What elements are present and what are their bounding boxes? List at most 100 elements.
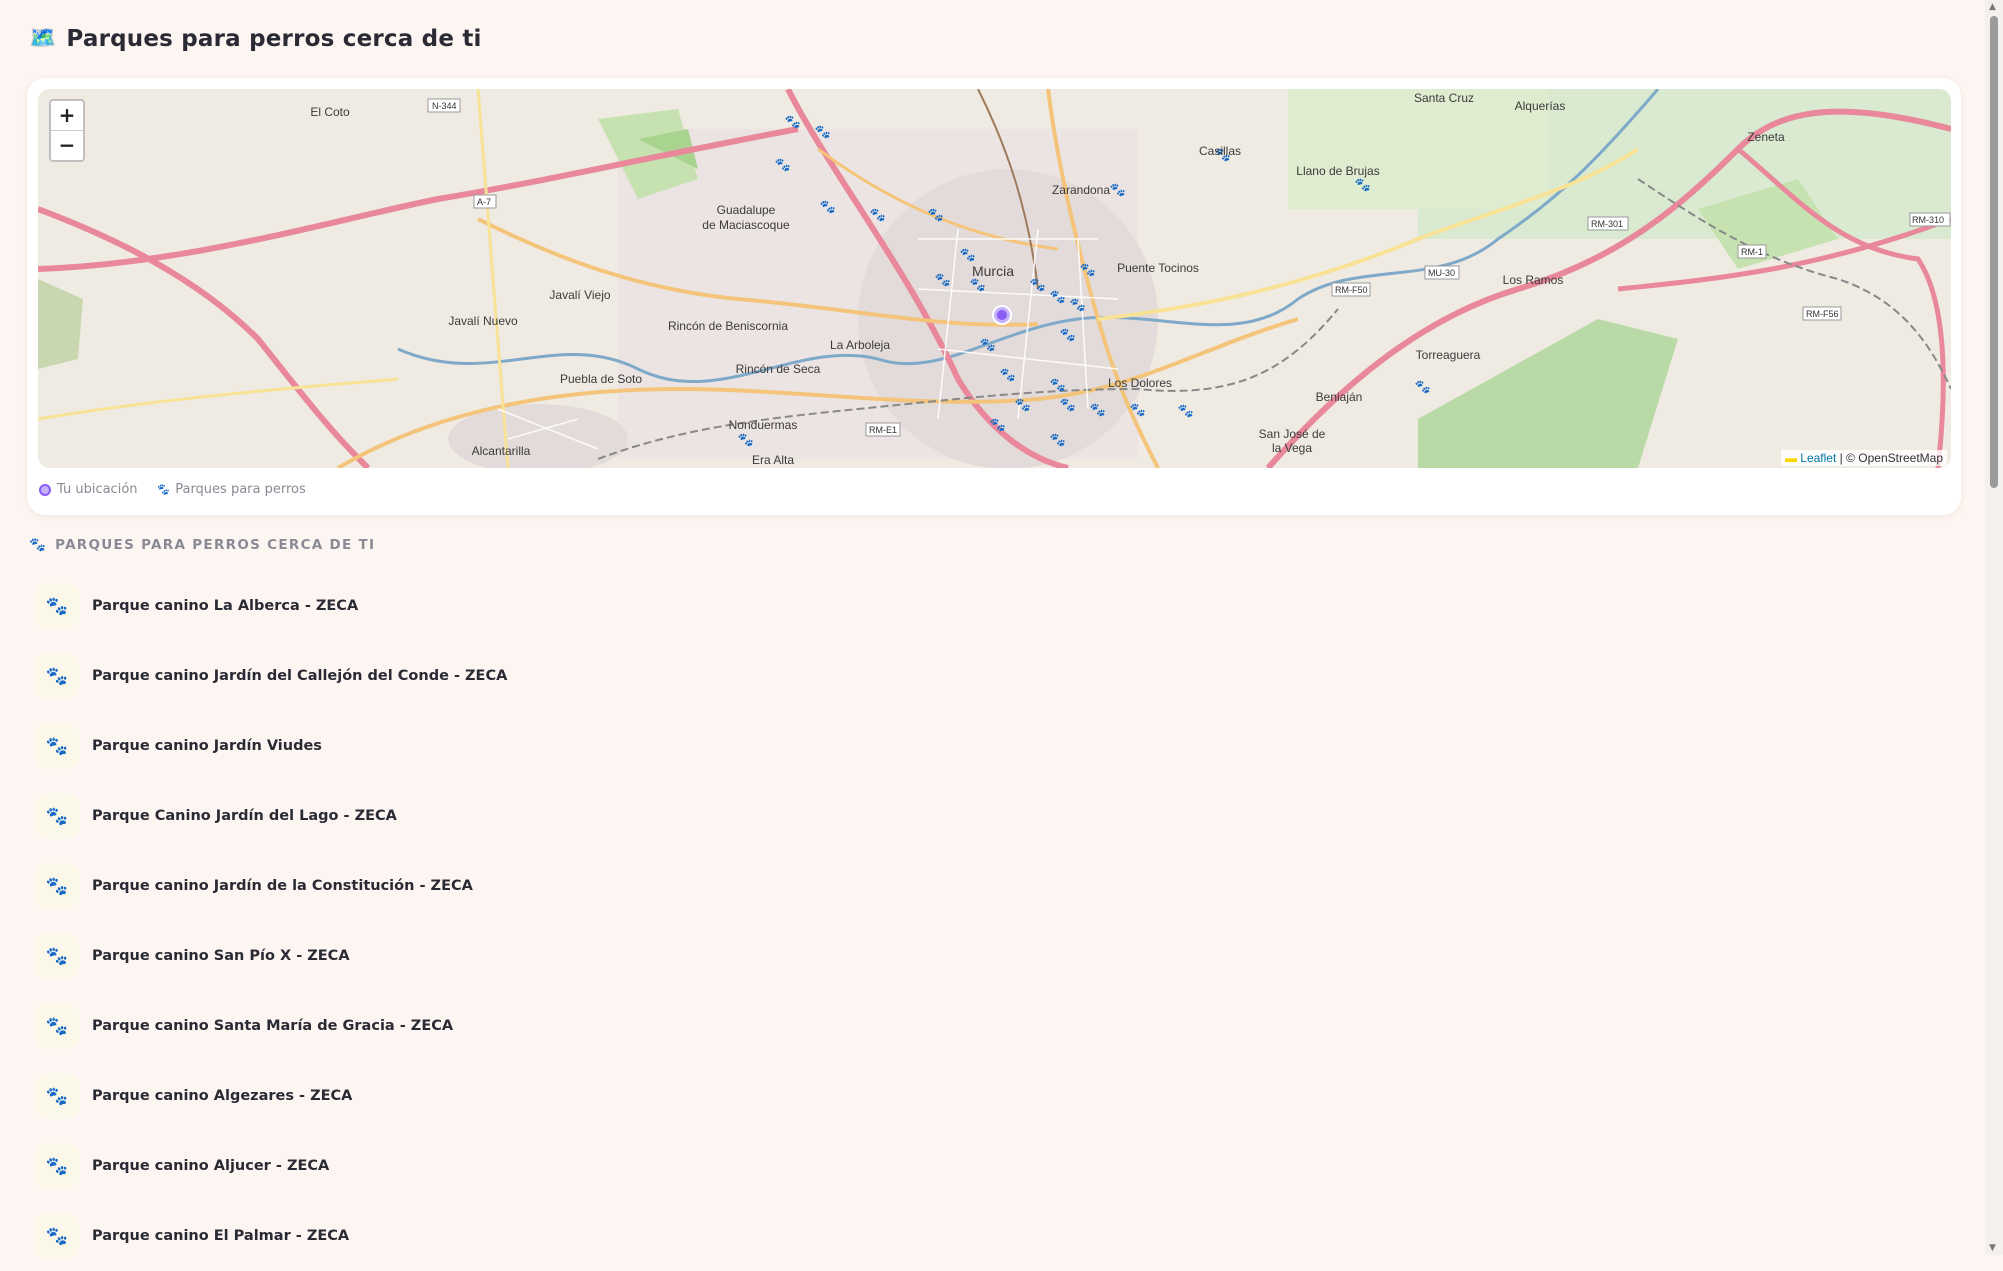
leaflet-link[interactable]: Leaflet bbox=[1800, 451, 1836, 465]
svg-text:Puebla de Soto: Puebla de Soto bbox=[560, 372, 642, 386]
paw-icon: 🐾 bbox=[34, 863, 80, 909]
svg-text:Casillas: Casillas bbox=[1199, 144, 1241, 158]
legend-parks-label: Parques para perros bbox=[175, 482, 306, 497]
svg-text:🐾: 🐾 bbox=[1178, 404, 1194, 419]
paw-icon: 🐾 bbox=[34, 1143, 80, 1189]
svg-text:RM-301: RM-301 bbox=[1591, 219, 1623, 229]
scrollbar[interactable]: ▲ ▼ bbox=[1985, 0, 2003, 1255]
svg-text:🐾: 🐾 bbox=[1030, 278, 1046, 293]
svg-text:Era Alta: Era Alta bbox=[752, 453, 794, 467]
map-icon: 🗺️ bbox=[29, 26, 57, 51]
paw-icon: 🐾 bbox=[34, 583, 80, 629]
list-item[interactable]: 🐾 Parque canino Jardín de la Constitució… bbox=[34, 851, 1934, 921]
svg-text:🐾: 🐾 bbox=[1000, 368, 1016, 383]
svg-text:El Coto: El Coto bbox=[310, 105, 350, 119]
page-title: Parques para perros cerca de ti bbox=[66, 26, 482, 52]
svg-text:Llano de Brujas: Llano de Brujas bbox=[1296, 164, 1379, 178]
svg-text:Zarandona: Zarandona bbox=[1052, 183, 1110, 197]
svg-text:Javalí Viejo: Javalí Viejo bbox=[549, 288, 610, 302]
map-attribution: ▬ Leaflet | © OpenStreetMap bbox=[1780, 450, 1947, 466]
svg-text:🐾: 🐾 bbox=[1060, 398, 1076, 413]
svg-text:🐾: 🐾 bbox=[980, 338, 996, 353]
zoom-in-button[interactable]: + bbox=[51, 101, 83, 130]
paw-icon: 🐾 bbox=[34, 933, 80, 979]
section-title: PARQUES PARA PERROS CERCA DE TI bbox=[55, 537, 376, 553]
svg-text:🐾: 🐾 bbox=[1110, 183, 1126, 198]
svg-text:RM-310: RM-310 bbox=[1912, 215, 1944, 225]
svg-text:🐾: 🐾 bbox=[1080, 263, 1096, 278]
list-item[interactable]: 🐾 Parque canino La Alberca - ZECA bbox=[34, 571, 1934, 641]
svg-text:Nonduermas: Nonduermas bbox=[729, 418, 798, 432]
paw-icon: 🐾 bbox=[155, 483, 170, 496]
list-item[interactable]: 🐾 Parque Canino Jardín del Lago - ZECA bbox=[34, 781, 1934, 851]
svg-text:🐾: 🐾 bbox=[1050, 290, 1066, 305]
list-item[interactable]: 🐾 Parque canino Jardín del Callejón del … bbox=[34, 641, 1934, 711]
park-name: Parque canino Aljucer - ZECA bbox=[92, 1158, 330, 1174]
page: 🗺️ Parques para perros cerca de ti 🐾 🐾 🐾… bbox=[0, 0, 1985, 1259]
svg-text:🐾: 🐾 bbox=[935, 273, 951, 288]
map-legend: Tu ubicación 🐾 Parques para perros bbox=[39, 482, 306, 497]
list-item[interactable]: 🐾 Parque canino San Pío X - ZECA bbox=[34, 921, 1934, 991]
svg-text:Los Dolores: Los Dolores bbox=[1108, 376, 1172, 390]
section-heading: 🐾 PARQUES PARA PERROS CERCA DE TI bbox=[29, 537, 375, 553]
scroll-down-icon[interactable]: ▼ bbox=[1989, 1243, 1996, 1253]
park-name: Parque canino Jardín de la Constitución … bbox=[92, 878, 473, 894]
park-name: Parque canino Jardín del Callejón del Co… bbox=[92, 668, 508, 684]
park-name: Parque canino Algezares - ZECA bbox=[92, 1088, 353, 1104]
svg-text:🐾: 🐾 bbox=[970, 278, 986, 293]
svg-text:Los Ramos: Los Ramos bbox=[1503, 273, 1564, 287]
svg-text:🐾: 🐾 bbox=[1050, 378, 1066, 393]
header: 🗺️ Parques para perros cerca de ti bbox=[29, 26, 482, 52]
paw-icon: 🐾 bbox=[34, 653, 80, 699]
svg-text:🐾: 🐾 bbox=[928, 208, 944, 223]
park-name: Parque canino San Pío X - ZECA bbox=[92, 948, 350, 964]
svg-text:N-344: N-344 bbox=[432, 101, 457, 111]
svg-text:🐾: 🐾 bbox=[738, 433, 754, 448]
scroll-up-icon[interactable]: ▲ bbox=[1989, 2, 1996, 12]
svg-text:Rincón de Beniscornia: Rincón de Beniscornia bbox=[668, 319, 788, 333]
svg-text:Torreaguera: Torreaguera bbox=[1416, 348, 1481, 362]
svg-text:🐾: 🐾 bbox=[815, 125, 831, 140]
location-dot-icon bbox=[39, 483, 51, 496]
map-tiles: 🐾🐾🐾 🐾🐾 🐾 🐾🐾 🐾 🐾🐾🐾 🐾🐾🐾 🐾🐾🐾 🐾 🐾 🐾 🐾🐾🐾 🐾🐾🐾 🐾🐾 bbox=[38, 89, 1951, 468]
parks-list: 🐾 Parque canino La Alberca - ZECA 🐾 Parq… bbox=[34, 571, 1934, 1271]
list-item[interactable]: 🐾 Parque canino Jardín Viudes bbox=[34, 711, 1934, 781]
svg-text:Murcia: Murcia bbox=[972, 263, 1014, 279]
svg-text:Guadalupe: Guadalupe bbox=[717, 203, 776, 217]
list-item[interactable]: 🐾 Parque canino Aljucer - ZECA bbox=[34, 1131, 1934, 1201]
svg-text:🐾: 🐾 bbox=[1130, 403, 1146, 418]
scroll-thumb[interactable] bbox=[1990, 16, 1998, 488]
park-name: Parque canino Santa María de Gracia - ZE… bbox=[92, 1018, 454, 1034]
svg-text:La Arboleja: La Arboleja bbox=[830, 338, 890, 352]
svg-text:🐾: 🐾 bbox=[1090, 403, 1106, 418]
svg-text:la Vega: la Vega bbox=[1272, 441, 1312, 455]
map[interactable]: 🐾 🐾 🐾 🐾 🐾 🐾 🐾 🐾 🐾 🐾 🐾 🐾 🐾 🐾 🐾 🐾 🐾 🐾 🐾 🐾 🐾 🐾 🐾 🐾 🐾 🐾 🐾 🐾 🐾 bbox=[38, 89, 1951, 468]
svg-text:Rincón de Seca: Rincón de Seca bbox=[736, 362, 821, 376]
svg-text:Alcantarilla: Alcantarilla bbox=[472, 444, 531, 458]
paw-icon: 🐾 bbox=[29, 537, 48, 553]
svg-text:🐾: 🐾 bbox=[1355, 178, 1371, 193]
svg-text:🐾: 🐾 bbox=[820, 200, 836, 215]
attribution-text: | © OpenStreetMap bbox=[1839, 451, 1943, 465]
list-item[interactable]: 🐾 Parque canino Santa María de Gracia - … bbox=[34, 991, 1934, 1061]
svg-text:RM-E1: RM-E1 bbox=[869, 425, 897, 435]
svg-text:Puente Tocinos: Puente Tocinos bbox=[1117, 261, 1199, 275]
svg-text:🐾: 🐾 bbox=[960, 248, 976, 263]
list-item[interactable]: 🐾 Parque canino Algezares - ZECA bbox=[34, 1061, 1934, 1131]
paw-icon: 🐾 bbox=[34, 1213, 80, 1259]
svg-text:Javalí Nuevo: Javalí Nuevo bbox=[448, 314, 518, 328]
svg-text:🐾: 🐾 bbox=[1015, 398, 1031, 413]
zoom-out-button[interactable]: − bbox=[51, 130, 83, 160]
svg-text:RM-1: RM-1 bbox=[1741, 247, 1763, 257]
park-name: Parque Canino Jardín del Lago - ZECA bbox=[92, 808, 397, 824]
legend-you-label: Tu ubicación bbox=[57, 482, 138, 497]
svg-text:Beniaján: Beniaján bbox=[1316, 390, 1363, 404]
park-name: Parque canino La Alberca - ZECA bbox=[92, 598, 359, 614]
svg-text:🐾: 🐾 bbox=[990, 418, 1006, 433]
legend-you: Tu ubicación bbox=[39, 482, 138, 497]
list-item[interactable]: 🐾 Parque canino El Palmar - ZECA bbox=[34, 1201, 1934, 1271]
paw-icon: 🐾 bbox=[34, 793, 80, 839]
svg-text:Zeneta: Zeneta bbox=[1747, 130, 1785, 144]
svg-text:Santa Cruz: Santa Cruz bbox=[1414, 91, 1474, 105]
svg-text:🐾: 🐾 bbox=[775, 158, 791, 173]
